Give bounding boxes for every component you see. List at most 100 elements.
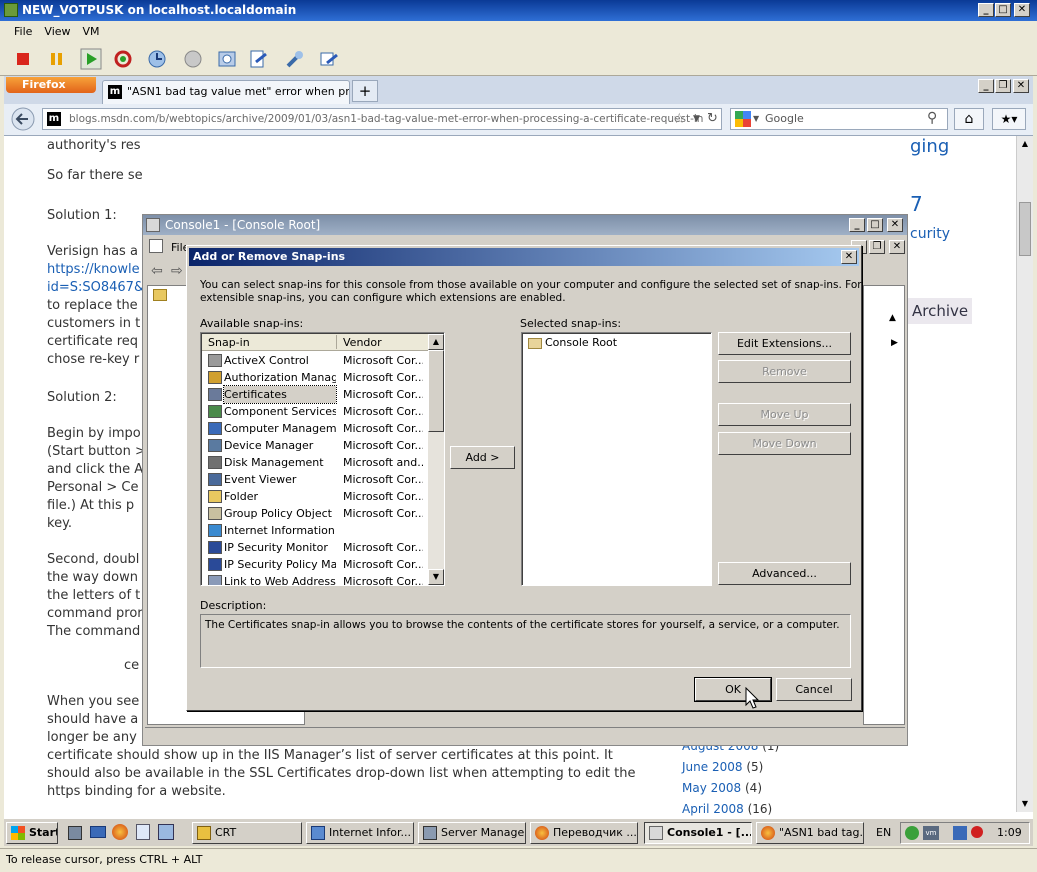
snapin-row[interactable]: Link to Web Address Microsoft Cor... bbox=[202, 573, 428, 585]
summary-icon[interactable] bbox=[248, 48, 270, 70]
power-on-icon[interactable] bbox=[80, 48, 102, 70]
quicklaunch-server-icon[interactable] bbox=[68, 826, 82, 840]
snapin-row[interactable]: Device Manager Microsoft Cor... bbox=[202, 437, 428, 454]
reload-icon[interactable]: ↻ bbox=[707, 109, 718, 129]
search-engine-dropdown-icon[interactable]: ▼ bbox=[753, 109, 759, 129]
console-minimize-button[interactable]: _ bbox=[849, 218, 865, 232]
snapin-row[interactable]: Authorization Manager Microsoft Cor... bbox=[202, 369, 428, 386]
cancel-button[interactable]: Cancel bbox=[776, 678, 852, 701]
snapin-row[interactable]: IP Security Policy Ma... Microsoft Cor... bbox=[202, 556, 428, 573]
bookmark-star-icon[interactable]: ☆ bbox=[673, 109, 686, 129]
url-bar[interactable]: m blogs.msdn.com/b/webtopics/archive/200… bbox=[42, 108, 722, 130]
console-icon[interactable] bbox=[318, 48, 340, 70]
taskbar-item-translator[interactable]: Переводчик ... bbox=[530, 822, 638, 844]
firefox-menu-button[interactable]: Firefox bbox=[6, 77, 96, 93]
dropdown-arrow-icon[interactable]: ▼ bbox=[693, 109, 700, 129]
page-scrollbar[interactable]: ▲ ▼ bbox=[1016, 136, 1033, 812]
actions-more-arrow-icon[interactable]: ▶ bbox=[891, 338, 898, 348]
console-inner-close-button[interactable]: ✕ bbox=[889, 240, 905, 254]
snapin-row[interactable]: IP Security Monitor Microsoft Cor... bbox=[202, 539, 428, 556]
ff-close-button[interactable]: ✕ bbox=[1013, 79, 1029, 93]
start-button[interactable]: Start bbox=[6, 822, 58, 844]
security-tray-icon[interactable] bbox=[905, 826, 919, 840]
vm-menu-view[interactable]: View bbox=[38, 22, 76, 41]
snapin-row[interactable]: Folder Microsoft Cor... bbox=[202, 488, 428, 505]
ff-restore-button[interactable]: ❐ bbox=[995, 79, 1011, 93]
archive-link[interactable]: June 2008 (5) bbox=[682, 760, 763, 774]
snapin-row[interactable]: Group Policy Object ... Microsoft Cor... bbox=[202, 505, 428, 522]
archive-month[interactable]: April 2008 bbox=[682, 802, 744, 816]
search-icon[interactable]: ⚲ bbox=[927, 108, 937, 128]
snapin-row[interactable]: ActiveX Control Microsoft Cor... bbox=[202, 352, 428, 369]
snapin-row[interactable]: Component Services Microsoft Cor... bbox=[202, 403, 428, 420]
ok-button[interactable]: OK bbox=[694, 677, 772, 702]
ff-minimize-button[interactable]: _ bbox=[978, 79, 994, 93]
revert-icon[interactable] bbox=[182, 48, 204, 70]
console-close-button[interactable]: ✕ bbox=[887, 218, 903, 232]
quicklaunch-network-icon[interactable] bbox=[158, 824, 174, 840]
volume-muted-tray-icon[interactable] bbox=[971, 826, 983, 838]
quicklaunch-firefox-icon[interactable] bbox=[112, 824, 128, 840]
article-line[interactable]: id=S:SO8467& bbox=[47, 280, 144, 295]
move-down-button[interactable]: Move Down bbox=[718, 432, 851, 455]
add-button[interactable]: Add > bbox=[450, 446, 515, 469]
list-scroll-up-button[interactable]: ▲ bbox=[428, 334, 444, 350]
vm-menu-vm[interactable]: VM bbox=[77, 22, 106, 41]
taskbar-item-iis[interactable]: Internet Infor... bbox=[306, 822, 414, 844]
column-header-vendor[interactable]: Vendor bbox=[343, 336, 382, 349]
snapin-row[interactable]: Certificates Microsoft Cor... bbox=[202, 385, 428, 404]
list-scroll-down-button[interactable]: ▼ bbox=[428, 569, 444, 585]
scroll-thumb[interactable] bbox=[1019, 202, 1031, 256]
taskbar-item-crt[interactable]: CRT bbox=[192, 822, 302, 844]
snapshot-icon[interactable] bbox=[146, 48, 168, 70]
console-forward-icon[interactable]: ⇨ bbox=[171, 263, 183, 279]
advanced-button[interactable]: Advanced... bbox=[718, 562, 851, 585]
back-icon[interactable] bbox=[10, 107, 38, 131]
vm-menu-file[interactable]: File bbox=[8, 22, 38, 41]
edit-extensions-button[interactable]: Edit Extensions... bbox=[718, 332, 851, 355]
move-up-button[interactable]: Move Up bbox=[718, 403, 851, 426]
vm-settings-icon[interactable] bbox=[284, 48, 306, 70]
actions-header-arrow-icon[interactable]: ▲ bbox=[889, 313, 896, 323]
taskbar-item-console[interactable]: Console1 - [... bbox=[644, 822, 752, 844]
archive-month[interactable]: May 2008 bbox=[682, 781, 741, 795]
available-snapins-list[interactable]: Snap-in Vendor ActiveX Control Microsoft … bbox=[200, 332, 445, 586]
article-line[interactable]: https://knowle bbox=[47, 262, 140, 277]
console-inner-restore-button[interactable]: ❐ bbox=[869, 240, 885, 254]
scroll-down-button[interactable]: ▼ bbox=[1017, 796, 1033, 812]
snapin-row[interactable]: Computer Managem... Microsoft Cor... bbox=[202, 420, 428, 437]
search-box[interactable]: ▼ Google ⚲ bbox=[730, 108, 948, 130]
console-maximize-button[interactable]: □ bbox=[867, 218, 883, 232]
remove-button[interactable]: Remove bbox=[718, 360, 851, 383]
selected-snapins-list[interactable]: Console Root bbox=[521, 332, 712, 586]
taskbar-item-server-manager[interactable]: Server Manager bbox=[418, 822, 526, 844]
vm-maximize-button[interactable]: □ bbox=[995, 3, 1011, 17]
list-scrollbar[interactable]: ▲ ▼ bbox=[428, 334, 444, 585]
snapin-row[interactable]: Disk Management Microsoft and... bbox=[202, 454, 428, 471]
new-tab-button[interactable]: + bbox=[352, 80, 378, 102]
reset-icon[interactable] bbox=[112, 48, 134, 70]
vm-close-button[interactable]: ✕ bbox=[1014, 3, 1030, 17]
list-scroll-thumb[interactable] bbox=[428, 350, 444, 432]
snapin-row[interactable]: Event Viewer Microsoft Cor... bbox=[202, 471, 428, 488]
network-tray-icon[interactable] bbox=[953, 826, 967, 840]
console-back-icon[interactable]: ⇦ bbox=[151, 263, 163, 279]
browser-tab[interactable]: m "ASN1 bad tag value met" error when pr… bbox=[102, 80, 350, 104]
vm-minimize-button[interactable]: _ bbox=[978, 3, 994, 17]
archive-link[interactable]: May 2008 (4) bbox=[682, 781, 762, 795]
quicklaunch-desktop-icon[interactable] bbox=[90, 826, 106, 838]
archive-heading[interactable]: Archive bbox=[906, 298, 972, 324]
archive-link[interactable]: April 2008 (16) bbox=[682, 802, 772, 816]
guest-screen[interactable]: Firefox m "ASN1 bad tag value met" error… bbox=[4, 76, 1033, 846]
suspend-icon[interactable] bbox=[46, 48, 68, 70]
language-indicator[interactable]: EN bbox=[876, 826, 891, 839]
power-off-icon[interactable] bbox=[12, 48, 34, 70]
bookmarks-button[interactable]: ★▾ bbox=[992, 108, 1026, 130]
scroll-up-button[interactable]: ▲ bbox=[1017, 136, 1033, 152]
taskbar-item-asn1[interactable]: "ASN1 bad tag... bbox=[756, 822, 864, 844]
home-button[interactable]: ⌂ bbox=[954, 108, 984, 130]
quicklaunch-notepad-icon[interactable] bbox=[136, 824, 150, 840]
snapshot-manager-icon[interactable] bbox=[216, 48, 238, 70]
console-root-item[interactable]: Console Root bbox=[545, 336, 617, 349]
column-header-snapin[interactable]: Snap-in bbox=[208, 336, 250, 349]
